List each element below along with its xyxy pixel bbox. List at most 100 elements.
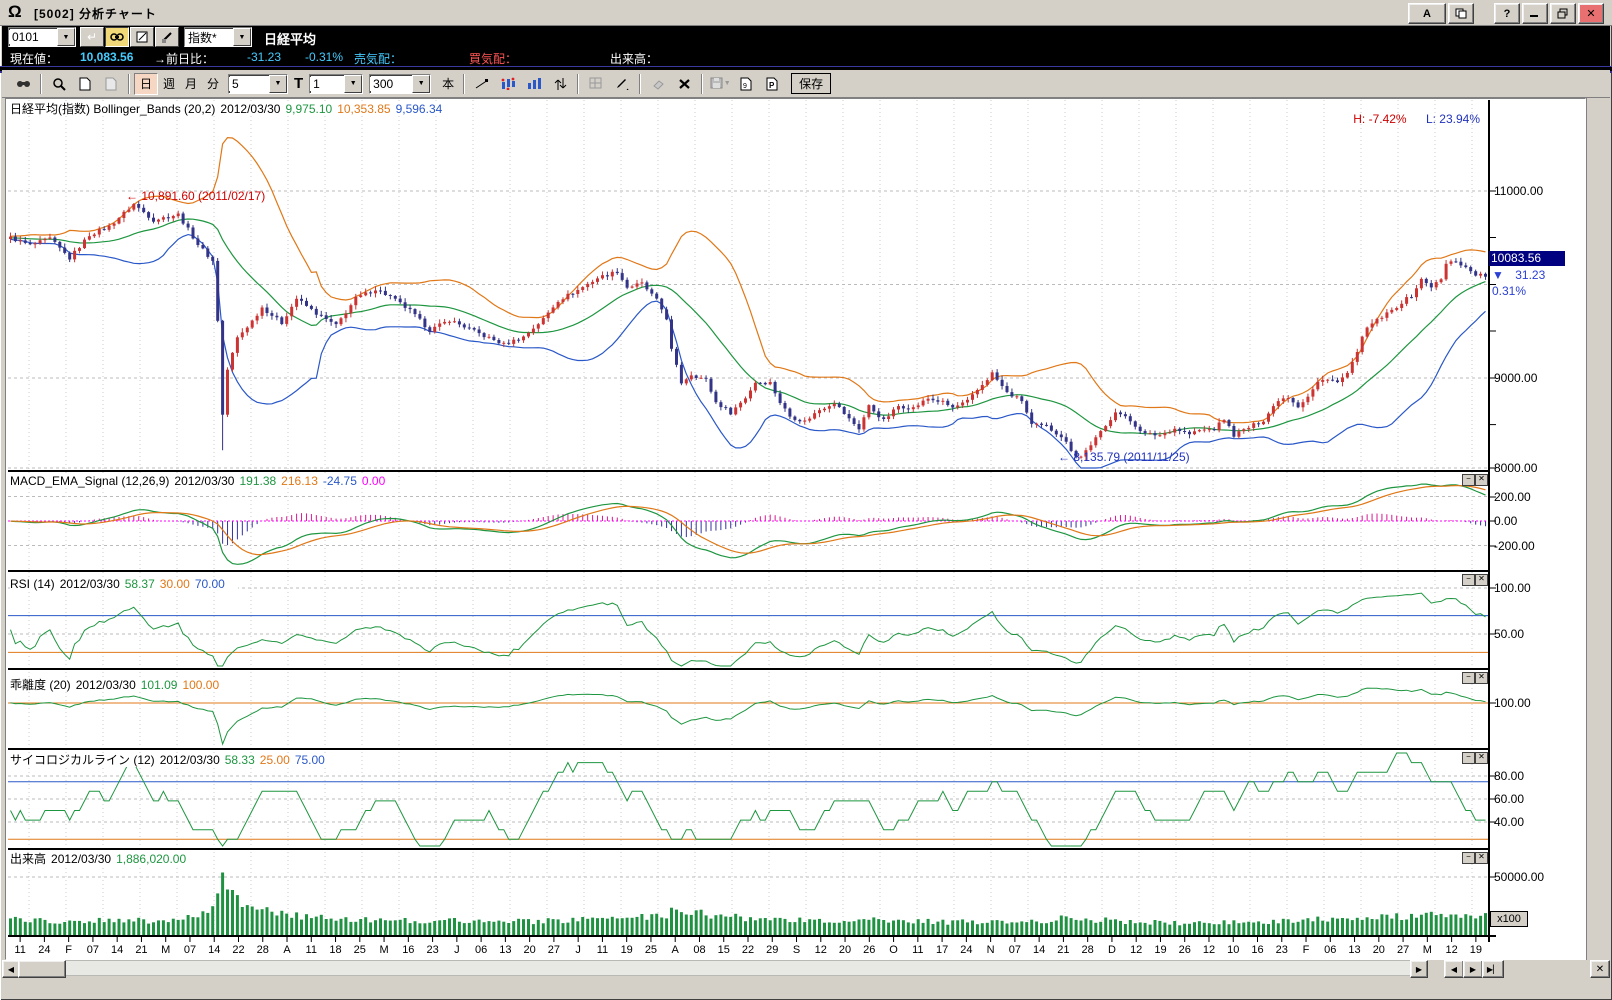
- horizontal-scrollbar-track[interactable]: [2, 960, 1426, 976]
- jump-latest-button[interactable]: ▶▏: [1482, 960, 1504, 978]
- divider: [701, 74, 703, 94]
- t-combo[interactable]: 1 ▼: [309, 74, 363, 94]
- restore-button[interactable]: [1550, 3, 1576, 24]
- zoom-button[interactable]: [47, 73, 71, 95]
- bar-count-value: 300: [370, 77, 412, 91]
- help-button[interactable]: ?: [1494, 3, 1520, 24]
- x-axis-label: 14: [1033, 944, 1045, 956]
- down-triangle-icon: ▼: [1492, 268, 1504, 282]
- panel-close-button[interactable]: ✕: [1475, 574, 1488, 586]
- period-month-button[interactable]: 月: [180, 74, 202, 94]
- scroll-right-button[interactable]: ▶: [1410, 960, 1428, 978]
- page-back-button[interactable]: ◀: [1444, 960, 1464, 978]
- chart-type-candle-button[interactable]: [496, 73, 520, 95]
- binoculars-button[interactable]: [105, 27, 129, 47]
- category-combo[interactable]: 指数* ▼: [184, 27, 252, 47]
- chart-type-bar-button[interactable]: [522, 73, 546, 95]
- panel-close-button[interactable]: ✕: [1475, 672, 1488, 684]
- x-axis-label: 12: [1203, 944, 1215, 956]
- panel-minimize-button[interactable]: −: [1462, 474, 1475, 486]
- panel-minimize-button[interactable]: −: [1462, 752, 1475, 764]
- x-axis-label: 16: [402, 944, 414, 956]
- brush-button[interactable]: [155, 27, 179, 47]
- tick-label: T: [294, 75, 303, 92]
- eraser-button[interactable]: [646, 73, 670, 95]
- chevron-down-icon[interactable]: ▼: [233, 28, 251, 46]
- x-axis-label: 15: [718, 944, 730, 956]
- memo-button[interactable]: [130, 27, 154, 47]
- period-week-button[interactable]: 週: [158, 74, 180, 94]
- save-button[interactable]: 保存: [791, 73, 831, 94]
- panel-close-button[interactable]: ✕: [1475, 752, 1488, 764]
- close-button[interactable]: ✕: [1578, 3, 1604, 24]
- x-axis-label: 20: [524, 944, 536, 956]
- panel-close-button[interactable]: ✕: [1475, 852, 1488, 864]
- trendline-button[interactable]: [470, 73, 494, 95]
- page-export-button[interactable]: 9: [734, 73, 758, 95]
- axis-label: 100.00: [1494, 696, 1531, 710]
- x-axis-label: M: [161, 944, 170, 956]
- x-axis-label: 19: [621, 944, 633, 956]
- new-page-button[interactable]: [73, 73, 97, 95]
- panel-minimize-button[interactable]: −: [1462, 672, 1475, 684]
- chart-canvas: [8, 100, 1498, 946]
- interval-combo[interactable]: 5 ▼: [228, 74, 288, 94]
- binoculars-dark-icon: [16, 78, 31, 89]
- page-export-icon: 9: [740, 77, 752, 91]
- font-button[interactable]: A: [1408, 3, 1446, 24]
- page-print-button[interactable]: P: [760, 73, 784, 95]
- search-chart-button[interactable]: [11, 73, 35, 95]
- x-axis-label: O: [889, 944, 898, 956]
- x-axis-label: 12: [1130, 944, 1142, 956]
- category-value: 指数*: [185, 29, 233, 46]
- axis-label: 8000.00: [1494, 461, 1537, 475]
- vertical-scrollbar[interactable]: [1586, 98, 1607, 960]
- x-axis-label: A: [283, 944, 290, 956]
- period-minute-button[interactable]: 分: [202, 74, 224, 94]
- x-axis-label: 22: [742, 944, 754, 956]
- scale-updown-button[interactable]: [548, 73, 572, 95]
- x-axis-label: 14: [208, 944, 220, 956]
- x-axis-label: M: [379, 944, 388, 956]
- x-axis-label: 17: [936, 944, 948, 956]
- delete-all-button[interactable]: [672, 73, 696, 95]
- chevron-down-icon[interactable]: ▼: [269, 75, 287, 93]
- page-icon: [79, 77, 91, 91]
- high-pct-label: H: -7.42%: [1353, 112, 1406, 126]
- current-price-value: 10,083.56: [80, 50, 133, 64]
- minimize-icon: [1530, 9, 1540, 18]
- page-forward-button[interactable]: ▶: [1463, 960, 1483, 978]
- chevron-down-icon[interactable]: ▼: [412, 75, 430, 93]
- kairi-panel-header: 乖離度 (20)2012/03/30101.09100.00: [10, 678, 232, 692]
- axis-label: 50.00: [1494, 627, 1524, 641]
- enter-button[interactable]: ↵: [80, 27, 104, 47]
- draw-button[interactable]: [610, 73, 634, 95]
- period-day-button[interactable]: 日: [134, 73, 158, 95]
- x-axis-label: 28: [1082, 944, 1094, 956]
- divider: [577, 74, 579, 94]
- interval-value: 5: [229, 77, 269, 91]
- panel-minimize-button[interactable]: −: [1462, 852, 1475, 864]
- axis-label: 11000.00: [1494, 184, 1543, 198]
- scrollbar-thumb[interactable]: [18, 960, 66, 978]
- x-axis-label: M: [1423, 944, 1432, 956]
- symbol-code-combo[interactable]: 0101 ▼: [8, 27, 76, 47]
- minimize-button[interactable]: [1522, 3, 1548, 24]
- x-axis-label: 27: [1397, 944, 1409, 956]
- save-layout-button[interactable]: ▼: [708, 73, 732, 95]
- x-axis-label: 25: [645, 944, 657, 956]
- close-chart-button[interactable]: ✕: [1590, 960, 1610, 978]
- x-icon: [678, 78, 691, 90]
- panel-close-button[interactable]: ✕: [1475, 474, 1488, 486]
- chevron-down-icon[interactable]: ▼: [57, 28, 75, 46]
- chevron-down-icon[interactable]: ▼: [344, 75, 362, 93]
- panel-minimize-button[interactable]: −: [1462, 574, 1475, 586]
- copy-page-button[interactable]: [99, 73, 123, 95]
- bar-count-combo[interactable]: 300 ▼: [369, 74, 431, 94]
- page-gray-icon: [105, 77, 117, 91]
- grid-button[interactable]: [584, 73, 608, 95]
- candle-chart-icon: [501, 77, 515, 90]
- x-axis-label: 11: [306, 944, 317, 956]
- price-change-pct: 0.31%: [1492, 284, 1526, 298]
- copy-window-button[interactable]: [1448, 3, 1474, 24]
